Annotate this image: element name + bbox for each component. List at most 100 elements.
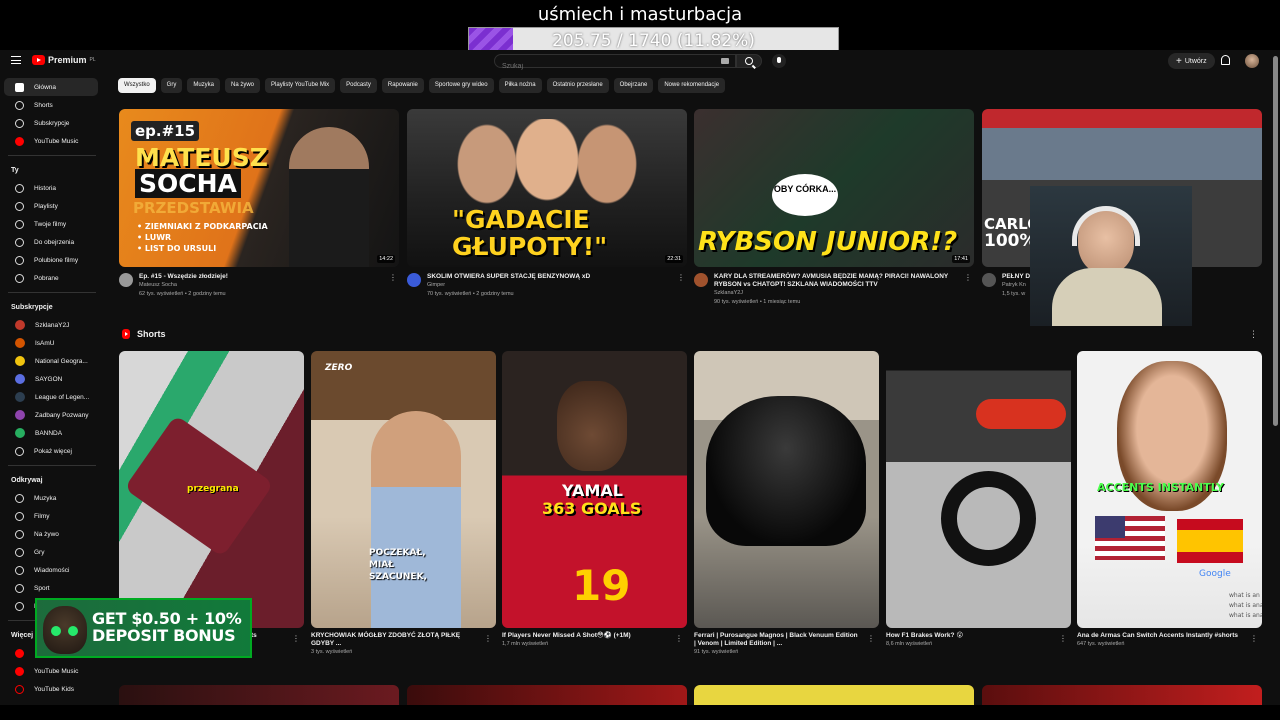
sidebar-subscription-item[interactable]: BANNDA <box>4 424 98 442</box>
channel-name[interactable]: SzklanaY2J <box>714 289 964 298</box>
sidebar-item-na-żywo[interactable]: Na żywo <box>4 525 98 543</box>
short-title[interactable]: How F1 Brakes Work? 😮 <box>886 632 1051 640</box>
filter-chip[interactable]: Rapowanie <box>381 78 424 93</box>
channel-name[interactable]: Gimper <box>427 281 677 290</box>
short-title[interactable]: Ferrari | Purosangue Magnos | Black Venu… <box>694 632 859 648</box>
filter-chip[interactable]: Nowe rekomendacje <box>658 78 726 93</box>
next-row-thumbnail-1[interactable] <box>119 685 399 705</box>
more-options-icon[interactable]: ⋮ <box>675 634 683 643</box>
short-thumbnail[interactable]: YAMAL 363 GOALS 19 <box>502 351 687 628</box>
more-options-icon[interactable]: ⋮ <box>677 273 685 282</box>
video-card-2[interactable]: "GADACIE GŁUPOTY!" 22:31 SKOLIM OTWIERA … <box>407 109 687 299</box>
short-card-6[interactable]: ACCENTS INSTANTLY Google what is an what… <box>1077 351 1262 649</box>
sidebar-section-explore[interactable]: Odkrywaj <box>0 471 104 489</box>
next-row-thumbnail-4[interactable] <box>982 685 1262 705</box>
filter-chip[interactable]: Piłka nożna <box>498 78 542 93</box>
channel-avatar[interactable] <box>694 273 708 287</box>
search-button[interactable] <box>736 54 762 68</box>
filter-chip[interactable]: Wszystko <box>118 78 156 93</box>
short-thumbnail[interactable]: przegrana <box>119 351 304 628</box>
sidebar-item-youtube-music[interactable]: YouTube Music <box>4 132 98 150</box>
more-options-icon[interactable]: ⋮ <box>484 634 492 643</box>
filter-chip[interactable]: Sportowe gry wideo <box>428 78 494 93</box>
video-thumbnail[interactable]: "GADACIE GŁUPOTY!" 22:31 <box>407 109 687 267</box>
more-options-icon[interactable]: ⋮ <box>867 634 875 643</box>
sidebar-item-filmy[interactable]: Filmy <box>4 507 98 525</box>
short-title[interactable]: Ana de Armas Can Switch Accents Instantl… <box>1077 632 1242 640</box>
sidebar-item-pobrane[interactable]: Pobrane <box>4 269 98 287</box>
more-options-icon[interactable]: ⋮ <box>389 273 397 282</box>
search-input[interactable] <box>495 60 695 73</box>
create-button[interactable]: + Utwórz <box>1168 53 1215 69</box>
sidebar-item-youtube-music[interactable]: YouTube Music <box>4 662 98 680</box>
video-thumbnail[interactable]: ep.#15 MATEUSZ SOCHA PRZEDSTAWIA • ZIEMN… <box>119 109 399 267</box>
short-card-1[interactable]: przegrana ts ⋮ <box>119 351 304 643</box>
channel-avatar[interactable] <box>119 273 133 287</box>
sidebar-item-do-obejrzenia[interactable]: Do obejrzenia <box>4 233 98 251</box>
account-avatar[interactable] <box>1245 54 1259 68</box>
filter-chip[interactable]: Gry <box>160 78 183 93</box>
sidebar-item-gry[interactable]: Gry <box>4 543 98 561</box>
casino-ad-overlay[interactable]: GET $0.50 + 10% DEPOSIT BONUS <box>35 598 252 658</box>
channel-name[interactable]: Mateusz Socha <box>139 281 389 290</box>
sidebar-section-subscriptions[interactable]: Subskrypcje <box>0 298 104 316</box>
search-box[interactable] <box>494 54 736 73</box>
sidebar-item-wiadomości[interactable]: Wiadomości <box>4 561 98 579</box>
sidebar-item-youtube-kids[interactable]: YouTube Kids <box>4 680 98 698</box>
sidebar-item-sport[interactable]: Sport <box>4 579 98 597</box>
video-card-1[interactable]: ep.#15 MATEUSZ SOCHA PRZEDSTAWIA • ZIEMN… <box>119 109 399 299</box>
sidebar-subscription-item[interactable]: IsAmU <box>4 334 98 352</box>
sidebar-section-you[interactable]: Ty <box>0 161 104 179</box>
video-title[interactable]: KARY DLA STREAMERÓW? AVMUSIA BĘDZIE MAMĄ… <box>714 273 964 289</box>
next-row-thumbnail-2[interactable] <box>407 685 687 705</box>
more-options-icon[interactable]: ⋮ <box>292 634 300 643</box>
filter-chip[interactable]: Podcasty <box>340 78 377 93</box>
video-title[interactable]: Ep. #15 - Wszędzie złodzieje! <box>139 273 389 281</box>
sidebar-item-główna[interactable]: Główna <box>4 78 98 96</box>
filter-chip[interactable]: Obejrzane <box>613 78 654 93</box>
short-title[interactable]: KRYCHOWIAK MÓGŁBY ZDOBYĆ ZŁOTĄ PIŁKĘ GDY… <box>311 632 476 648</box>
sidebar-subscription-item[interactable]: National Geogra... <box>4 352 98 370</box>
sidebar-subscription-item[interactable]: Zadbany Pozwany <box>4 406 98 424</box>
mic-icon[interactable] <box>772 54 786 68</box>
filter-chip[interactable]: Muzyka <box>187 78 221 93</box>
sidebar-item-polubione-filmy[interactable]: Polubione filmy <box>4 251 98 269</box>
youtube-logo[interactable]: Premium PL <box>32 55 96 65</box>
short-thumbnail[interactable]: ZERO POCZEKAŁ, MIAŁ SZACUNEK, <box>311 351 496 628</box>
short-card-3[interactable]: YAMAL 363 GOALS 19 If Players Never Miss… <box>502 351 687 649</box>
short-card-5[interactable]: How F1 Brakes Work? 😮 8,6 mln wyświetleń… <box>886 351 1071 649</box>
video-title[interactable]: SKOLIM OTWIERA SUPER STACJĘ BENZYNOWĄ xD <box>427 273 677 281</box>
filter-chip[interactable]: Ostatnio przesłane <box>546 78 609 93</box>
more-options-icon[interactable]: ⋮ <box>964 273 972 282</box>
sidebar-item-muzyka[interactable]: Muzyka <box>4 489 98 507</box>
keyboard-icon[interactable] <box>721 58 729 64</box>
short-thumbnail[interactable]: ACCENTS INSTANTLY Google what is an what… <box>1077 351 1262 628</box>
channel-avatar[interactable] <box>982 273 996 287</box>
more-options-icon[interactable]: ⋮ <box>1250 634 1258 643</box>
notifications-bell-icon[interactable] <box>1221 55 1230 65</box>
page-scrollbar[interactable] <box>1273 56 1278 426</box>
sidebar-subscription-item[interactable]: SzklanaY2J <box>4 316 98 334</box>
sidebar-subscription-item[interactable]: League of Legen... <box>4 388 98 406</box>
sidebar-item-shorts[interactable]: Shorts <box>4 96 98 114</box>
menu-icon[interactable] <box>11 56 21 64</box>
sidebar-item-playlisty[interactable]: Playlisty <box>4 197 98 215</box>
short-thumbnail[interactable] <box>886 351 1071 628</box>
short-card-2[interactable]: ZERO POCZEKAŁ, MIAŁ SZACUNEK, KRYCHOWIAK… <box>311 351 496 657</box>
short-title[interactable]: If Players Never Missed A Shot😳⚽️ (+1M) <box>502 632 667 640</box>
video-card-3[interactable]: OBY CÓRKA... RYBSON JUNIOR!? 17:41 KARY … <box>694 109 974 307</box>
short-thumbnail[interactable] <box>694 351 879 628</box>
short-card-4[interactable]: Ferrari | Purosangue Magnos | Black Venu… <box>694 351 879 657</box>
sidebar-subscription-item[interactable]: Pokaż więcej <box>4 442 98 460</box>
channel-avatar[interactable] <box>407 273 421 287</box>
sidebar-item-historia[interactable]: Historia <box>4 179 98 197</box>
sidebar-item-twoje-filmy[interactable]: Twoje filmy <box>4 215 98 233</box>
next-row-thumbnail-3[interactable] <box>694 685 974 705</box>
filter-chip[interactable]: Na żywo <box>225 78 261 93</box>
sidebar-item-subskrypcje[interactable]: Subskrypcje <box>4 114 98 132</box>
video-thumbnail[interactable]: OBY CÓRKA... RYBSON JUNIOR!? 17:41 <box>694 109 974 267</box>
more-options-icon[interactable]: ⋮ <box>1059 634 1067 643</box>
more-options-icon[interactable]: ⋮ <box>1249 329 1258 340</box>
filter-chip[interactable]: Playlisty YouTube Mix <box>265 78 336 93</box>
sidebar-subscription-item[interactable]: SAYGON <box>4 370 98 388</box>
